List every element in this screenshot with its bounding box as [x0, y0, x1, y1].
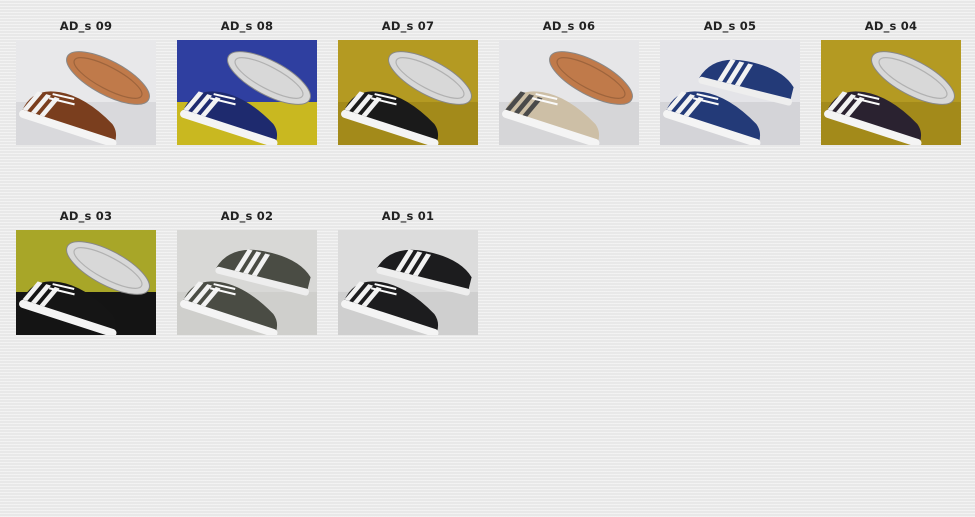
dark-shoe-photo [821, 40, 961, 145]
gallery-item[interactable]: AD_s 01 [338, 207, 478, 337]
item-thumbnail[interactable] [16, 40, 156, 145]
navy-shoe-photo [177, 40, 317, 145]
item-caption: AD_s 03 [59, 209, 113, 223]
item-caption: AD_s 07 [381, 19, 435, 33]
olive-shoe-photo [177, 230, 317, 335]
item-thumbnail[interactable] [177, 230, 317, 335]
gallery-item[interactable]: AD_s 02 [177, 207, 317, 337]
product-gallery: AD_s 09 AD_s 08 AD_s 07 AD_s 06 AD_s 05 … [16, 17, 961, 337]
gallery-item[interactable]: AD_s 07 [338, 17, 478, 147]
item-thumbnail[interactable] [338, 40, 478, 145]
beige-shoe-photo [499, 40, 639, 145]
item-caption: AD_s 09 [59, 19, 113, 33]
item-thumbnail[interactable] [821, 40, 961, 145]
item-caption: AD_s 06 [542, 19, 596, 33]
item-caption: AD_s 01 [381, 209, 435, 223]
gallery-item[interactable]: AD_s 08 [177, 17, 317, 147]
item-caption: AD_s 08 [220, 19, 274, 33]
gallery-row-1: AD_s 09 AD_s 08 AD_s 07 AD_s 06 AD_s 05 … [16, 17, 961, 147]
item-thumbnail[interactable] [177, 40, 317, 145]
item-caption: AD_s 05 [703, 19, 757, 33]
gallery-item[interactable]: AD_s 03 [16, 207, 156, 337]
gallery-item[interactable]: AD_s 04 [821, 17, 961, 147]
item-thumbnail[interactable] [16, 230, 156, 335]
brown-shoe-photo [16, 40, 156, 145]
gallery-item[interactable]: AD_s 05 [660, 17, 800, 147]
black-suede-shoe-photo [338, 230, 478, 335]
gallery-row-2: AD_s 03 AD_s 02 AD_s 01 [16, 207, 961, 337]
item-thumbnail[interactable] [338, 230, 478, 335]
blue-shoe-photo [660, 40, 800, 145]
item-thumbnail[interactable] [499, 40, 639, 145]
black-white-shoe-photo [16, 230, 156, 335]
item-thumbnail[interactable] [660, 40, 800, 145]
item-caption: AD_s 02 [220, 209, 274, 223]
gallery-item[interactable]: AD_s 06 [499, 17, 639, 147]
black-shoe-photo [338, 40, 478, 145]
item-caption: AD_s 04 [864, 19, 918, 33]
gallery-item[interactable]: AD_s 09 [16, 17, 156, 147]
